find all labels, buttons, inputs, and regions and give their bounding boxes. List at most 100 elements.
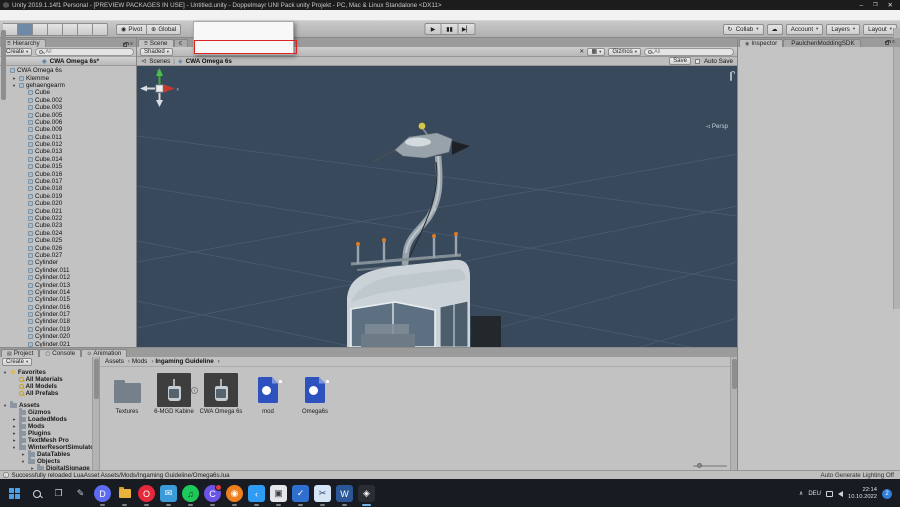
- move-tool[interactable]: [18, 23, 33, 36]
- lua-omega6s[interactable]: › Omega6s: [296, 373, 334, 415]
- menu-item[interactable]: [72, 10, 81, 20]
- inspector-tab[interactable]: ◉Inspector: [739, 39, 783, 47]
- hierarchy-row[interactable]: ▼ Cube.027: [0, 252, 129, 259]
- menu-option[interactable]: [194, 22, 293, 33]
- hierarchy-search-input[interactable]: All: [35, 48, 134, 56]
- hierarchy-row[interactable]: ▼ Cylinder.013: [0, 281, 129, 288]
- hierarchy-row[interactable]: ▼ Cube.019: [0, 193, 129, 200]
- snipping-icon[interactable]: ✂: [314, 485, 331, 502]
- hierarchy-row[interactable]: ▼ Cube.017: [0, 178, 129, 185]
- scene-orientation-gizmo[interactable]: y x: [137, 66, 181, 110]
- scale-tool[interactable]: [48, 23, 63, 36]
- editor-tools-icon[interactable]: ✕: [579, 48, 584, 55]
- rect-tool[interactable]: [63, 23, 78, 36]
- hierarchy-row[interactable]: ▼ Cube.009: [0, 126, 129, 133]
- menu-item[interactable]: [0, 10, 9, 20]
- tab-hierarchy[interactable]: ≡Hierarchy: [1, 39, 46, 47]
- discord-icon[interactable]: D: [94, 485, 111, 502]
- menu-item[interactable]: [63, 10, 72, 20]
- folder-textures[interactable]: › Textures: [108, 373, 146, 415]
- project-panel-tab[interactable]: ⊙Animation: [81, 349, 127, 357]
- hierarchy-row[interactable]: ▼ Cube.002: [0, 97, 129, 104]
- close-button[interactable]: ✕: [888, 1, 893, 9]
- hierarchy-row[interactable]: ▼ Cylinder.011: [0, 267, 129, 274]
- shading-mode-dropdown[interactable]: Shaded▾: [140, 48, 173, 56]
- volume-icon[interactable]: [838, 491, 843, 497]
- notification-badge[interactable]: 2: [882, 489, 892, 499]
- tab-scene[interactable]: ≡Scene: [138, 39, 174, 47]
- project-tree-scrollbar[interactable]: [92, 357, 99, 470]
- project-tree-row[interactable]: ▼ Gizmos: [0, 409, 99, 416]
- hierarchy-row[interactable]: ▼ Cube.024: [0, 230, 129, 237]
- task-view-icon[interactable]: ❐: [50, 485, 67, 502]
- project-tree-row[interactable]: ▼ DataTables: [0, 451, 99, 458]
- menu-option[interactable]: [194, 33, 293, 44]
- hierarchy-row[interactable]: ▼ Cube.023: [0, 222, 129, 229]
- project-tree-row[interactable]: ▼ Objects: [0, 458, 99, 465]
- scenes-back-icon[interactable]: ⊲: [141, 58, 146, 65]
- menu-option[interactable]: [194, 43, 293, 54]
- stylus-icon[interactable]: ✎: [72, 485, 89, 502]
- breadcrumb-item[interactable]: Mods: [132, 358, 153, 365]
- hierarchy-row[interactable]: ▼ Cube.026: [0, 244, 129, 251]
- hierarchy-row[interactable]: ▼ Cylinder.020: [0, 333, 129, 340]
- file-explorer-icon[interactable]: [116, 485, 133, 502]
- project-panel-tab[interactable]: ▤Project: [1, 349, 39, 357]
- global-toggle[interactable]: ⊕Global: [146, 24, 181, 35]
- rotate-tool[interactable]: [33, 23, 48, 36]
- start-icon[interactable]: [6, 485, 23, 502]
- pivot-toggle[interactable]: ◉Pivot: [116, 24, 146, 35]
- hierarchy-row[interactable]: ▼ Cube.022: [0, 215, 129, 222]
- project-tree-row[interactable]: ▼ Mods: [0, 423, 99, 430]
- menu-item[interactable]: [36, 10, 45, 20]
- perspective-label[interactable]: ◅ Persp: [705, 123, 728, 130]
- search-icon[interactable]: [28, 485, 45, 502]
- hierarchy-row[interactable]: ▼ Cube.003: [0, 104, 129, 111]
- project-create-button[interactable]: Create▾: [2, 358, 32, 366]
- hierarchy-row[interactable]: ▼ Cube.013: [0, 148, 129, 155]
- project-tree-row[interactable]: ▼ WinterResortSimulator-SD: [0, 444, 99, 451]
- gizmos-dropdown[interactable]: Gizmos▾: [608, 48, 641, 56]
- hierarchy-row[interactable]: ▼ CWA Omega 6s: [0, 67, 129, 74]
- hierarchy-row[interactable]: ▼ Cube.011: [0, 134, 129, 141]
- autosave-checkbox[interactable]: [695, 59, 700, 64]
- hierarchy-create-button[interactable]: Create▾: [2, 48, 32, 56]
- mail-icon[interactable]: ✉: [160, 485, 177, 502]
- hierarchy-row[interactable]: ▼ Cube.020: [0, 200, 129, 207]
- panel-menu-icon[interactable]: ≡: [892, 39, 895, 45]
- menu-item[interactable]: [45, 10, 54, 20]
- lock-icon[interactable]: [123, 43, 127, 47]
- hierarchy-row[interactable]: ▼ Cube: [0, 89, 129, 96]
- project-tree-row[interactable]: ▼ All Models: [0, 383, 99, 390]
- transform-tool[interactable]: [78, 23, 93, 36]
- play-button[interactable]: ▶: [425, 23, 442, 35]
- vscode-icon[interactable]: ‹: [248, 485, 265, 502]
- hierarchy-row[interactable]: ▼ Cylinder.021: [0, 340, 129, 347]
- menu-item[interactable]: [54, 10, 63, 20]
- hierarchy-row[interactable]: ▼ Cube.012: [0, 141, 129, 148]
- hierarchy-row[interactable]: ▼ Cylinder.019: [0, 326, 129, 333]
- hierarchy-scrollbar-thumb[interactable]: [1, 30, 6, 100]
- clock[interactable]: 22:14 10.10.2022: [848, 487, 877, 500]
- lock-icon[interactable]: [730, 72, 732, 81]
- hierarchy-scrollbar[interactable]: [893, 28, 900, 309]
- app-grey-icon[interactable]: ▣: [270, 485, 287, 502]
- scene-search-input[interactable]: All: [644, 48, 734, 56]
- menu-item[interactable]: [18, 10, 27, 20]
- tray-chevron-icon[interactable]: ∧: [799, 490, 803, 497]
- prefab-cwa-omega-6s[interactable]: › CWA Omega 6s: [202, 373, 240, 415]
- breadcrumb-item[interactable]: Ingaming Guideline: [155, 358, 219, 365]
- hierarchy-row[interactable]: ▼ Cylinder.016: [0, 304, 129, 311]
- display-tray-icon[interactable]: [826, 491, 833, 497]
- hierarchy-row[interactable]: ▼ gehaengearm: [0, 82, 129, 89]
- breadcrumb-item[interactable]: Assets: [105, 358, 130, 365]
- asset-grid-scrollbar[interactable]: [730, 357, 737, 470]
- custom-tool[interactable]: [93, 23, 108, 36]
- pause-button[interactable]: ▮▮: [442, 23, 459, 35]
- scenes-breadcrumb[interactable]: Scenes: [149, 58, 170, 65]
- lock-icon[interactable]: [885, 41, 889, 45]
- blender-icon[interactable]: ◉: [226, 485, 243, 502]
- statusbar[interactable]: i Successfully reloaded LuaAsset Assets/…: [0, 470, 900, 479]
- lighting-status[interactable]: Auto Generate Lighting Off: [821, 472, 898, 479]
- hierarchy-row[interactable]: ▼ Cylinder.014: [0, 289, 129, 296]
